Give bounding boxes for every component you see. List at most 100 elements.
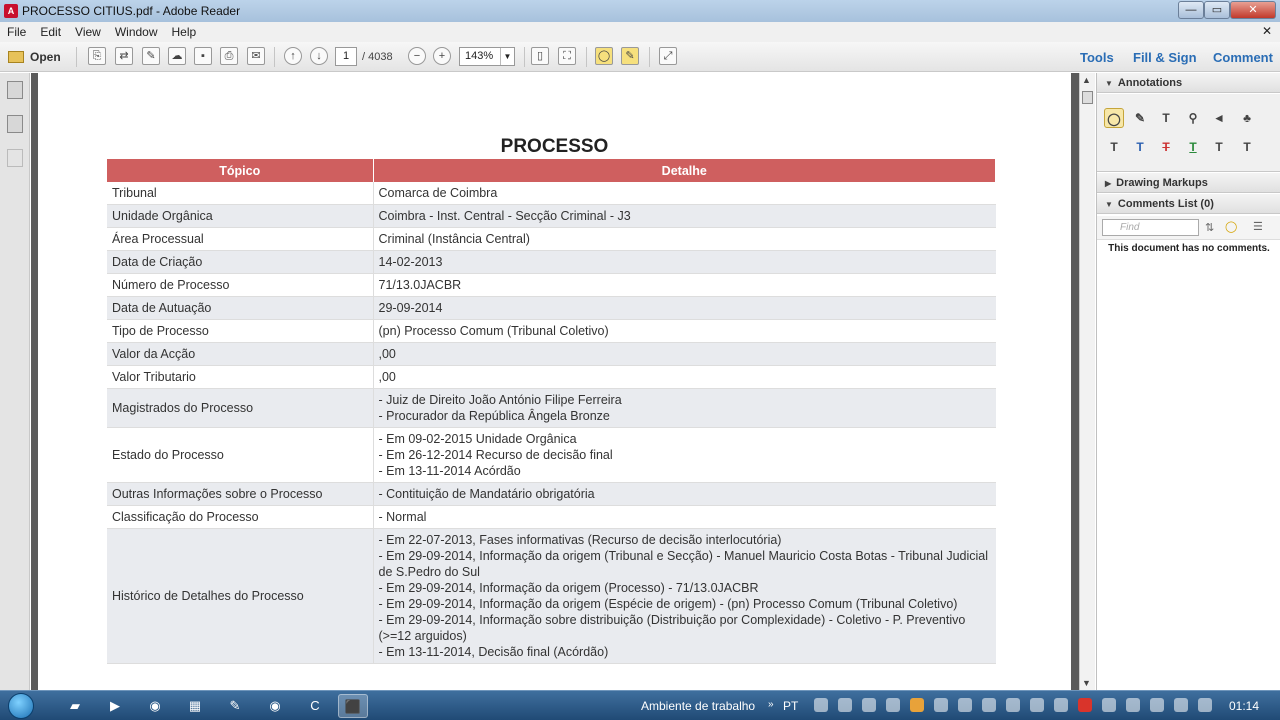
tray-app-icon[interactable] xyxy=(838,698,852,712)
create-pdf-icon[interactable]: ⎘ xyxy=(88,47,106,65)
zoom-out-icon[interactable]: − xyxy=(408,47,426,65)
media-player-icon[interactable]: ▶ xyxy=(100,694,130,718)
previous-page-icon[interactable]: ↑ xyxy=(284,47,302,65)
detail-line: 71/13.0JACBR xyxy=(378,278,462,292)
convert-pdf-icon[interactable]: ⇄ xyxy=(115,47,133,65)
menu-bar: File Edit View Window Help ✕ xyxy=(0,22,1280,42)
printer-tray-icon[interactable] xyxy=(886,698,900,712)
topic-cell: Tribunal xyxy=(107,182,374,205)
add-text-icon[interactable]: T xyxy=(1156,108,1176,128)
sticky-note-icon[interactable]: ◯ xyxy=(1104,108,1124,128)
highlight-icon[interactable]: ✎ xyxy=(621,47,639,65)
tray-app-icon[interactable] xyxy=(1054,698,1068,712)
drawing-markups-header[interactable]: ▶ Drawing Markups xyxy=(1097,173,1280,193)
insert-text-icon[interactable]: T xyxy=(1104,137,1124,157)
menu-view[interactable]: View xyxy=(68,25,108,39)
chevron-right-icon[interactable]: » xyxy=(768,699,774,710)
bluetooth-icon[interactable] xyxy=(1030,698,1044,712)
comment-link[interactable]: Comment xyxy=(1213,50,1273,65)
zoom-select[interactable]: 143% ▼ xyxy=(459,47,515,66)
annotations-header[interactable]: ▼ Annotations xyxy=(1097,73,1280,93)
page-thumbnails-icon[interactable] xyxy=(7,81,23,99)
cloud-tray-icon[interactable] xyxy=(814,698,828,712)
start-button[interactable] xyxy=(8,693,34,719)
menu-help[interactable]: Help xyxy=(165,25,204,39)
detail-cell: - Em 09-02-2015 Unidade Orgânica - Em 26-… xyxy=(373,427,996,483)
table-row: Área Processual Criminal (Instância Centr… xyxy=(107,227,996,251)
fill-sign-link[interactable]: Fill & Sign xyxy=(1133,50,1197,65)
fit-page-icon[interactable]: ▯ xyxy=(531,47,549,65)
shield-icon[interactable] xyxy=(958,698,972,712)
desktop-toolbar-label[interactable]: Ambiente de trabalho xyxy=(641,699,755,713)
chrome-icon[interactable]: ◉ xyxy=(140,694,170,718)
action-center-flag-icon[interactable] xyxy=(1150,698,1164,712)
sort-icon[interactable]: ⇅ xyxy=(1205,221,1214,234)
scroll-up-icon[interactable]: ▲ xyxy=(1082,75,1091,85)
document-viewport[interactable]: PROCESSO Tópico Detalhe Tribunal Comarca … xyxy=(31,73,1079,690)
close-button[interactable]: ✕ xyxy=(1230,1,1276,19)
apps-grid-icon[interactable]: ▦ xyxy=(180,694,210,718)
language-indicator[interactable]: PT xyxy=(783,699,798,713)
next-page-icon[interactable]: ↓ xyxy=(310,47,328,65)
open-button[interactable]: Open xyxy=(8,47,61,67)
comment-panel: ▼ Annotations ◯ ✎ T ⚲ ◄ ♣ T T T T T T ▶ Dr… xyxy=(1096,73,1280,690)
full-screen-icon[interactable]: ⛶ xyxy=(558,47,576,65)
bookmarks-icon[interactable] xyxy=(7,115,23,133)
text-note-icon[interactable]: T xyxy=(1209,137,1229,157)
vertical-scrollbar[interactable]: ▲ ▼ xyxy=(1079,73,1095,690)
text-callout-icon[interactable]: T xyxy=(1237,137,1257,157)
record-audio-icon[interactable]: ◄ xyxy=(1209,108,1229,128)
adobe-tray-icon[interactable] xyxy=(1078,698,1092,712)
explorer-icon[interactable]: ▰ xyxy=(60,694,90,718)
citius-app-icon[interactable]: C xyxy=(300,694,330,718)
replace-text-icon[interactable]: T xyxy=(1130,137,1150,157)
menu-edit[interactable]: Edit xyxy=(33,25,68,39)
scroll-thumb[interactable] xyxy=(1082,91,1093,104)
detail-line: - Procurador da República Ângela Bronze xyxy=(378,409,610,423)
volume-icon[interactable] xyxy=(1198,698,1212,712)
table-row: Histórico de Detalhes do Processo - Em 22… xyxy=(107,528,996,664)
network-icon[interactable] xyxy=(1174,698,1188,712)
expand-icon[interactable]: ⤢ xyxy=(659,47,677,65)
maximize-button[interactable]: ▭ xyxy=(1204,1,1230,19)
notepad-icon[interactable]: ✎ xyxy=(220,694,250,718)
tray-app-icon[interactable] xyxy=(862,698,876,712)
zoom-in-icon[interactable]: + xyxy=(433,47,451,65)
adobe-reader-taskbar-icon[interactable]: ⬛ xyxy=(338,694,368,718)
attachments-icon[interactable] xyxy=(7,149,23,167)
sticky-note-icon[interactable]: ◯ xyxy=(595,47,613,65)
minimize-button[interactable]: — xyxy=(1178,1,1204,19)
attach-file-icon[interactable]: ⚲ xyxy=(1183,108,1203,128)
tray-app-icon[interactable] xyxy=(1102,698,1116,712)
save-icon[interactable]: ▪ xyxy=(194,47,212,65)
chevron-down-icon[interactable]: ▼ xyxy=(500,48,514,65)
highlight-text-icon[interactable]: ✎ xyxy=(1130,108,1150,128)
tray-app-icon[interactable] xyxy=(910,698,924,712)
chrome-tray-icon[interactable] xyxy=(934,698,948,712)
email-icon[interactable]: ✉ xyxy=(247,47,265,65)
tray-app-icon[interactable] xyxy=(1006,698,1020,712)
tools-link[interactable]: Tools xyxy=(1080,50,1114,65)
clock[interactable]: 01:14 xyxy=(1229,699,1259,713)
menu-window[interactable]: Window xyxy=(108,25,165,39)
chrome-icon[interactable]: ◉ xyxy=(260,694,290,718)
scroll-down-icon[interactable]: ▼ xyxy=(1082,678,1091,688)
comments-list-header[interactable]: ▼ Comments List (0) xyxy=(1097,194,1280,214)
underline-icon[interactable]: T xyxy=(1183,137,1203,157)
page-number-input[interactable]: 1 xyxy=(335,47,357,66)
options-icon[interactable]: ☰ xyxy=(1253,220,1263,233)
detail-cell: Criminal (Instância Central) xyxy=(373,227,996,251)
table-row: Outras Informações sobre o Processo - Con… xyxy=(107,482,996,506)
stamp-icon[interactable]: ♣ xyxy=(1237,108,1257,128)
find-comment-input[interactable]: Find xyxy=(1102,219,1199,236)
filter-comments-icon[interactable]: ◯ xyxy=(1225,220,1237,233)
print-icon[interactable]: ⎙ xyxy=(220,47,238,65)
gear-icon[interactable] xyxy=(982,698,996,712)
menu-file[interactable]: File xyxy=(0,25,33,39)
strikethrough-icon[interactable]: T xyxy=(1156,137,1176,157)
close-document-icon[interactable]: ✕ xyxy=(1262,24,1272,38)
cloud-upload-icon[interactable]: ☁ xyxy=(168,47,186,65)
edit-pdf-icon[interactable]: ✎ xyxy=(142,47,160,65)
main-toolbar: Open ⎘ ⇄ ✎ ☁ ▪ ⎙ ✉ ↑ ↓ − + ▯ ⛶ ◯ ✎ ⤢ Too… xyxy=(0,42,1280,72)
tray-app-icon[interactable] xyxy=(1126,698,1140,712)
